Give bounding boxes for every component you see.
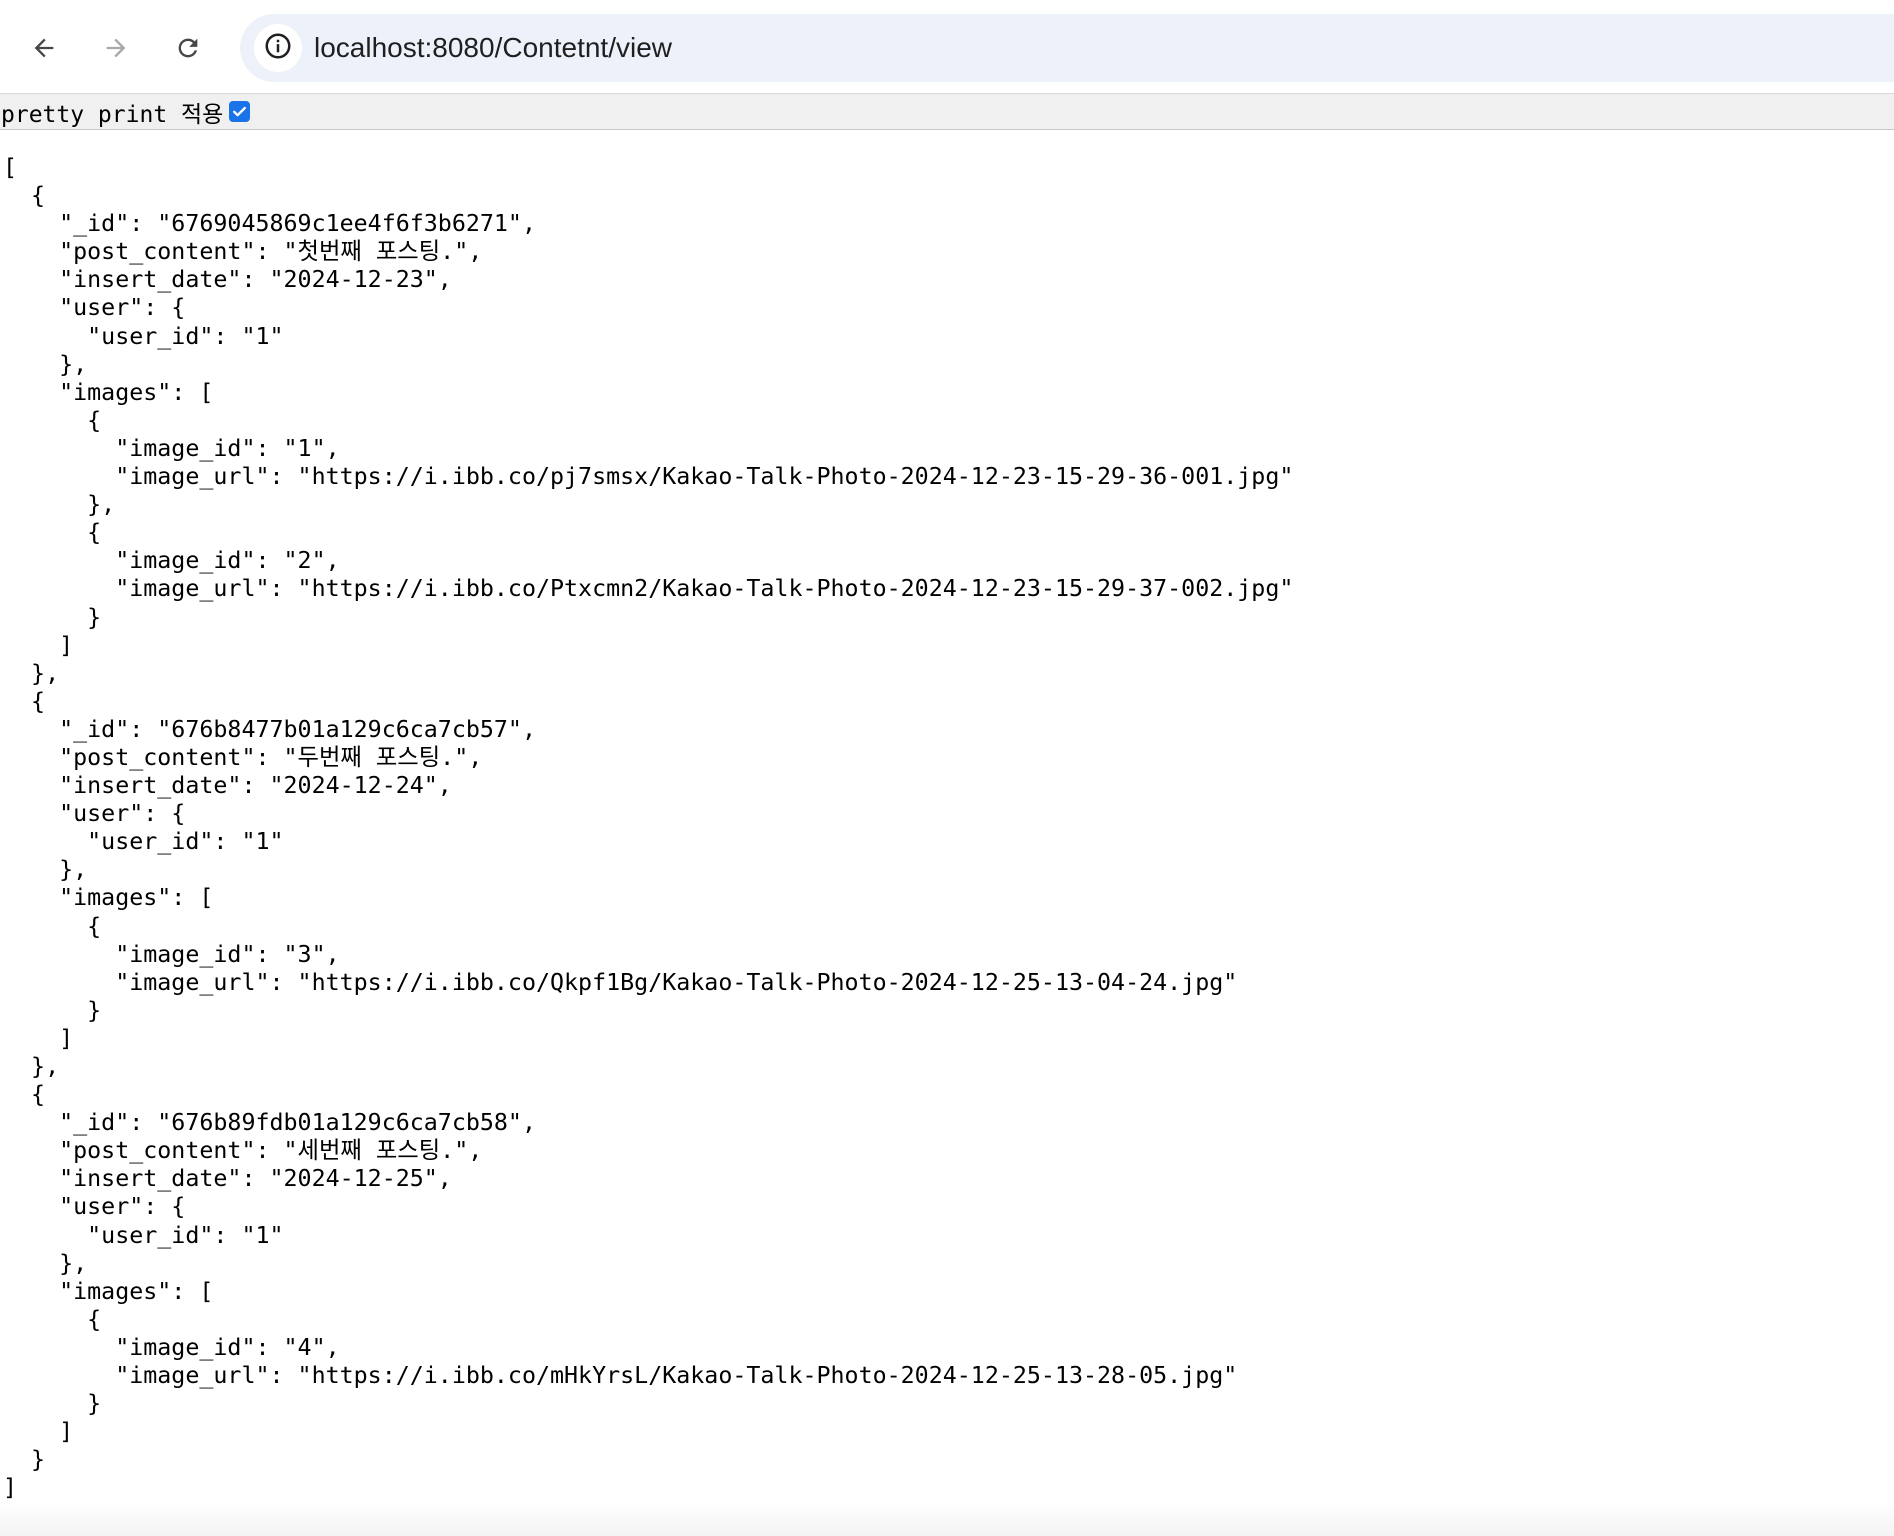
json-line: "image_id": "4", — [3, 1333, 340, 1361]
json-line: "user": { — [3, 800, 186, 828]
json-line: ] — [3, 1418, 74, 1446]
json-line: } — [3, 1446, 46, 1474]
json-line: }, — [3, 856, 88, 884]
json-line: "image_url": "https://i.ibb.co/Qkpf1Bg/K… — [3, 968, 1238, 996]
back-button[interactable] — [24, 26, 64, 70]
json-line: { — [3, 687, 46, 715]
json-line: "image_url": "https://i.ibb.co/mHkYrsL/K… — [3, 1362, 1238, 1390]
json-line: { — [3, 182, 46, 210]
json-line: { — [3, 406, 102, 434]
json-line: "image_url": "https://i.ibb.co/pj7smsx/K… — [3, 463, 1294, 491]
json-line: "user_id": "1" — [3, 1221, 284, 1249]
url-text[interactable]: localhost:8080/Contetnt/view — [314, 32, 672, 64]
json-line: } — [3, 603, 102, 631]
json-line: "user_id": "1" — [3, 828, 284, 856]
page-bottom-shade — [0, 1500, 1894, 1536]
json-line: }, — [3, 659, 60, 687]
json-line: { — [3, 1081, 46, 1109]
reload-icon — [174, 34, 202, 62]
json-line: "images": [ — [3, 884, 214, 912]
json-line: "_id": "676b89fdb01a129c6ca7cb58", — [3, 1109, 536, 1137]
arrow-left-icon — [30, 34, 58, 62]
json-line: { — [3, 519, 102, 547]
json-content: [ { "_id": "6769045869c1ee4f6f3b6271", "… — [3, 154, 1293, 1503]
json-line: "user_id": "1" — [3, 322, 284, 350]
json-line: "_id": "6769045869c1ee4f6f3b6271", — [3, 210, 536, 238]
pretty-print-label: pretty print 적용 — [1, 101, 224, 128]
pretty-print-bar: pretty print 적용 — [0, 94, 1894, 130]
json-line: "post_content": "두번째 포스팅.", — [3, 743, 483, 771]
json-line: } — [3, 1390, 102, 1418]
json-line: "images": [ — [3, 1277, 214, 1305]
browser-toolbar: localhost:8080/Contetnt/view — [0, 0, 1894, 94]
json-line: }, — [3, 491, 116, 519]
json-line: { — [3, 912, 102, 940]
json-line: }, — [3, 350, 88, 378]
json-line: [ — [3, 154, 18, 181]
info-icon — [263, 31, 293, 66]
json-line: "image_url": "https://i.ibb.co/Ptxcmn2/K… — [3, 575, 1294, 603]
arrow-right-icon — [102, 34, 130, 62]
json-line: { — [3, 1305, 102, 1333]
json-line: "image_id": "1", — [3, 434, 340, 462]
json-line: ] — [3, 1024, 74, 1052]
json-line: "user": { — [3, 294, 186, 322]
json-line: }, — [3, 1249, 88, 1277]
json-line: "post_content": "첫번째 포스팅.", — [3, 238, 483, 266]
json-line: ] — [3, 1474, 18, 1502]
json-line: "images": [ — [3, 378, 214, 406]
json-line: "insert_date": "2024-12-25", — [3, 1165, 452, 1193]
json-line: "image_id": "2", — [3, 547, 340, 575]
forward-button[interactable] — [96, 26, 136, 70]
json-line: "user": { — [3, 1193, 186, 1221]
address-bar[interactable]: localhost:8080/Contetnt/view — [240, 14, 1894, 82]
site-info-button[interactable] — [254, 24, 302, 72]
json-line: "image_id": "3", — [3, 940, 340, 968]
checkmark-icon — [233, 106, 247, 117]
json-line: ] — [3, 631, 74, 659]
pretty-print-checkbox[interactable] — [229, 101, 251, 122]
json-line: } — [3, 996, 102, 1024]
json-line: }, — [3, 1053, 60, 1080]
json-line: "insert_date": "2024-12-23", — [3, 266, 452, 294]
reload-button[interactable] — [168, 26, 208, 70]
json-line: "insert_date": "2024-12-24", — [3, 772, 452, 800]
json-line: "post_content": "세번째 포스팅.", — [3, 1137, 483, 1165]
json-line: "_id": "676b8477b01a129c6ca7cb57", — [3, 715, 536, 743]
